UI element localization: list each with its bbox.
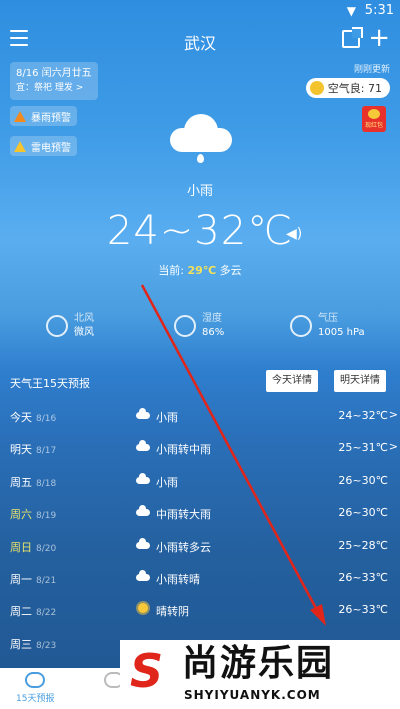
forecast-row[interactable]: 周六 8/19 中雨转大雨 26~30℃ bbox=[0, 497, 400, 529]
pressure-icon bbox=[290, 315, 312, 337]
red-packet-icon[interactable]: 现红包 bbox=[362, 106, 386, 132]
forecast-day: 周二 8/22 bbox=[10, 605, 57, 619]
watermark: S 尚游乐园 SHYIYUANYK.COM bbox=[120, 640, 400, 709]
forecast-day: 明天 8/17 bbox=[10, 443, 57, 457]
cloud-rain-icon bbox=[136, 569, 150, 582]
metric-wind: 北风 微风 bbox=[46, 312, 94, 340]
forecast-range: 25~31℃ bbox=[338, 441, 388, 455]
wind-icon bbox=[46, 315, 68, 337]
today-detail-button[interactable]: 今天详情 bbox=[266, 370, 318, 392]
forecast-desc: 晴转阴 bbox=[156, 605, 189, 619]
warning-icon bbox=[14, 140, 26, 152]
date-almanac: 宜：祭祀 理发 > bbox=[16, 83, 84, 93]
forecast-range: 26~30℃ bbox=[338, 506, 388, 520]
metric-humidity: 湿度 86% bbox=[174, 312, 224, 340]
forecast-range: 26~30℃ bbox=[338, 473, 388, 487]
forecast-range: 24~32℃ bbox=[338, 409, 388, 422]
forecast-day: 周五 8/18 bbox=[10, 475, 57, 489]
cloud-rain-icon bbox=[136, 408, 150, 420]
forecast-desc: 小雨转多云 bbox=[156, 540, 211, 554]
forecast-day: 周六 8/19 bbox=[10, 508, 57, 522]
chevron-right-icon: > bbox=[388, 440, 398, 454]
cloud-rain-icon bbox=[136, 472, 150, 485]
watermark-logo-icon: S bbox=[130, 644, 164, 698]
forecast-range: 26~33℃ bbox=[338, 570, 388, 584]
temp-range: 24~32℃ bbox=[106, 208, 294, 254]
forecast-title: 天气王15天预报 bbox=[10, 377, 90, 390]
current-temp-line: 当前: 29℃ 多云 bbox=[158, 264, 242, 277]
forecast-desc: 小雨 bbox=[156, 411, 178, 424]
status-time: 5:31 bbox=[364, 3, 394, 18]
update-time: 刚刚更新 bbox=[353, 65, 390, 75]
thunder-warning[interactable]: 雷电预警 bbox=[10, 136, 77, 156]
forecast-row[interactable]: 今天 8/16 小雨 24~32℃ > bbox=[0, 400, 400, 432]
warning-icon bbox=[14, 110, 26, 122]
forecast-desc: 小雨转晴 bbox=[156, 572, 200, 586]
forecast-row[interactable]: 周日 8/20 小雨转多云 25~28℃ bbox=[0, 530, 400, 562]
cloud-rain-icon bbox=[136, 537, 150, 550]
forecast-desc: 小雨 bbox=[156, 475, 178, 489]
forecast-row[interactable]: 周二 8/22 晴转阴 26~33℃ bbox=[0, 594, 400, 626]
date-info[interactable]: 8/16 闰六月廿五 宜：祭祀 理发 > bbox=[10, 62, 98, 100]
forecast-range: 26~33℃ bbox=[338, 603, 388, 617]
rainstorm-warning[interactable]: 暴雨预警 bbox=[10, 106, 77, 126]
forecast-desc: 中雨转大雨 bbox=[156, 508, 211, 522]
status-bar: ▼ 5:31 bbox=[0, 0, 400, 22]
aqi-icon bbox=[309, 81, 324, 95]
current-condition: 小雨 bbox=[186, 184, 213, 199]
forecast-desc: 小雨转中雨 bbox=[156, 443, 211, 457]
forecast-row[interactable]: 明天 8/17 小雨转中雨 25~31℃ > bbox=[0, 432, 400, 464]
forecast-day: 今天 8/16 bbox=[10, 411, 57, 424]
tomorrow-detail-button[interactable]: 明天详情 bbox=[334, 370, 386, 392]
chevron-right-icon: > bbox=[388, 408, 398, 421]
humidity-icon bbox=[174, 315, 196, 337]
watermark-title: 尚游乐园 bbox=[182, 643, 335, 684]
forecast-day: 周一 8/21 bbox=[10, 572, 57, 586]
city-title[interactable]: 武汉 bbox=[0, 30, 400, 54]
forecast-day: 周日 8/20 bbox=[10, 540, 57, 554]
speaker-icon[interactable]: ◀) bbox=[286, 226, 302, 242]
current-temp: 29℃ bbox=[187, 264, 217, 277]
calendar-icon bbox=[25, 672, 46, 688]
tab-15day[interactable]: 15天预报 bbox=[16, 672, 54, 704]
aqi-badge[interactable]: 空气良: 71 bbox=[305, 78, 390, 98]
aqi-label: 空气良: 71 bbox=[327, 82, 382, 95]
wifi-icon: ▼ bbox=[346, 4, 356, 18]
sun-icon bbox=[136, 602, 150, 614]
cloud-rain-icon bbox=[136, 440, 150, 452]
forecast-row[interactable]: 周五 8/18 小雨 26~30℃ bbox=[0, 465, 400, 497]
share-icon[interactable] bbox=[342, 27, 363, 48]
raindrop-icon bbox=[197, 154, 204, 163]
forecast-list: 今天 8/16 小雨 24~32℃ > 明天 8/17 小雨转中雨 25~31℃ > 周五 8/18 小… bbox=[0, 400, 400, 659]
forecast-day: 周三 8/23 bbox=[10, 637, 57, 651]
date-lunar: 8/16 闰六月廿五 bbox=[16, 68, 92, 79]
cloud-rain-icon bbox=[170, 112, 232, 152]
forecast-row[interactable]: 周一 8/21 小雨转晴 26~33℃ bbox=[0, 562, 400, 594]
watermark-url: SHYIYUANYK.COM bbox=[184, 688, 321, 702]
forecast-range: 25~28℃ bbox=[338, 538, 388, 552]
metric-pressure: 气压 1005 hPa bbox=[290, 312, 365, 340]
cloud-rain-icon bbox=[136, 505, 150, 517]
add-city-icon[interactable]: + bbox=[368, 25, 390, 51]
